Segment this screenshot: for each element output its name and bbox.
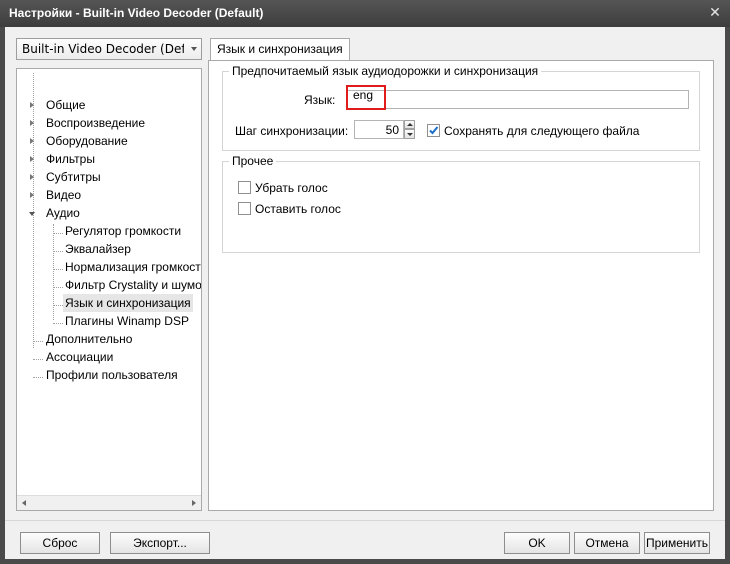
chevron-down-icon [191, 47, 197, 51]
spin-down-button[interactable] [404, 129, 415, 139]
arrow-down-icon [407, 133, 413, 136]
settings-panel: Предпочитаемый язык аудиодорожки и синхр… [208, 60, 714, 511]
expand-arrow-icon[interactable] [30, 102, 34, 108]
expand-arrow-icon[interactable] [30, 192, 34, 198]
checkmark-icon [429, 126, 439, 135]
group-title: Предпочитаемый язык аудиодорожки и синхр… [229, 64, 542, 78]
tree-connector [53, 251, 63, 252]
tree-item-label: Субтитры [46, 170, 101, 184]
remember-label: Сохранять для следующего файла [444, 124, 640, 138]
remove-voice-label: Убрать голос [255, 181, 328, 195]
cancel-button[interactable]: Отмена [574, 532, 640, 554]
tree-item-label: Дополнительно [46, 332, 133, 346]
tree-item-audio[interactable]: Аудио [46, 204, 80, 222]
tree-item-associations[interactable]: Ассоциации [46, 348, 113, 366]
reset-button[interactable]: Сброс [20, 532, 100, 554]
tree-connector [53, 269, 63, 270]
sync-step-label: Шаг синхронизации: [235, 124, 349, 138]
tree-connector [33, 377, 43, 378]
sync-step-value: 50 [385, 123, 399, 137]
tab-label: Язык и синхронизация [217, 42, 343, 56]
tree-item-label: Язык и синхронизация [65, 296, 191, 310]
tree-item-label: Эквалайзер [65, 242, 131, 256]
scroll-left-icon [22, 500, 26, 506]
expand-arrow-icon[interactable] [30, 156, 34, 162]
tree-item-label: Регулятор громкости [65, 224, 182, 238]
tree-connector [53, 305, 63, 306]
tree-item-playback[interactable]: Воспроизведение [46, 114, 145, 132]
tree-item-label: Общие [46, 98, 86, 112]
arrow-up-icon [407, 123, 413, 126]
plugin-select-value: Built-in Video Decoder (Default [22, 42, 184, 56]
tree-connector [53, 233, 63, 234]
spin-up-button[interactable] [404, 120, 415, 129]
plugin-select[interactable]: Built-in Video Decoder (Default [16, 38, 202, 60]
tree-connector [33, 359, 43, 360]
scroll-left-button[interactable] [17, 496, 31, 510]
apply-button[interactable]: Применить [644, 532, 710, 554]
expand-arrow-icon[interactable] [30, 174, 34, 180]
ok-button[interactable]: OK [504, 532, 570, 554]
sync-step-input[interactable]: 50 [354, 120, 404, 139]
scroll-right-icon [192, 500, 196, 506]
scroll-right-button[interactable] [187, 496, 201, 510]
language-label: Язык: [304, 93, 336, 107]
tab-language-sync[interactable]: Язык и синхронизация [210, 38, 350, 60]
tree-item-label: Фильтр Crystality и шумоподавление [65, 278, 202, 292]
tree-item-filters[interactable]: Фильтры [46, 150, 95, 168]
tree-item-general[interactable]: Общие [46, 96, 85, 114]
tree-item-label: Аудио [46, 206, 80, 220]
collapse-arrow-icon[interactable] [29, 212, 35, 216]
export-button[interactable]: Экспорт... [110, 532, 210, 554]
keep-voice-label: Оставить голос [255, 202, 341, 216]
remember-checkbox[interactable] [427, 124, 440, 137]
tree-item-video[interactable]: Видео [46, 186, 81, 204]
tree-item-profiles[interactable]: Профили пользователя [46, 366, 178, 384]
expand-arrow-icon[interactable] [30, 120, 34, 126]
tree-item-hardware[interactable]: Оборудование [46, 132, 128, 150]
tree-item-label: Воспроизведение [46, 116, 146, 130]
tree-item-advanced[interactable]: Дополнительно [46, 330, 132, 348]
tree-connector [33, 73, 34, 348]
language-value[interactable]: eng [353, 88, 373, 102]
tree-connector [33, 341, 43, 342]
other-group: Прочее Убрать голос Оставить голос [222, 154, 700, 253]
tree-item-subtitles[interactable]: Субтитры [46, 168, 101, 186]
tree-horizontal-scrollbar[interactable] [17, 495, 201, 510]
dialog-body: Built-in Video Decoder (Default Общие [5, 27, 725, 559]
settings-window: Настройки - Built-in Video Decoder (Defa… [0, 0, 730, 564]
tree-item-equalizer[interactable]: Эквалайзер [65, 240, 131, 258]
tree-item-label: Плагины Winamp DSP [65, 314, 189, 328]
tree-item-label: Фильтры [46, 152, 95, 166]
keep-voice-checkbox[interactable] [238, 202, 251, 215]
tree-item-crystality[interactable]: Фильтр Crystality и шумоподавление [65, 276, 202, 294]
tree-item-label: Видео [46, 188, 82, 202]
remove-voice-checkbox[interactable] [238, 181, 251, 194]
expand-arrow-icon[interactable] [30, 138, 34, 144]
close-icon[interactable]: ✕ [707, 5, 723, 21]
footer-divider [5, 520, 725, 521]
tree-connector [53, 287, 63, 288]
language-field[interactable] [347, 90, 689, 109]
tree-item-label: Ассоциации [46, 350, 114, 364]
tree-item-winamp-dsp[interactable]: Плагины Winamp DSP [65, 312, 189, 330]
language-sync-group: Предпочитаемый язык аудиодорожки и синхр… [222, 64, 700, 151]
tree-item-label: Нормализация громкости [65, 260, 202, 274]
tree-connector [53, 323, 63, 324]
window-title: Настройки - Built-in Video Decoder (Defa… [9, 6, 264, 20]
tree-item-language-sync[interactable]: Язык и синхронизация [63, 294, 193, 312]
tree-item-normalization[interactable]: Нормализация громкости [65, 258, 202, 276]
settings-tree: Общие Воспроизведение Оборудование Фильт… [16, 68, 202, 511]
tree-item-volume[interactable]: Регулятор громкости [65, 222, 181, 240]
title-bar[interactable]: Настройки - Built-in Video Decoder (Defa… [0, 0, 730, 27]
tree-item-label: Оборудование [46, 134, 128, 148]
tree-item-label: Профили пользователя [46, 368, 178, 382]
group-title: Прочее [229, 154, 277, 168]
